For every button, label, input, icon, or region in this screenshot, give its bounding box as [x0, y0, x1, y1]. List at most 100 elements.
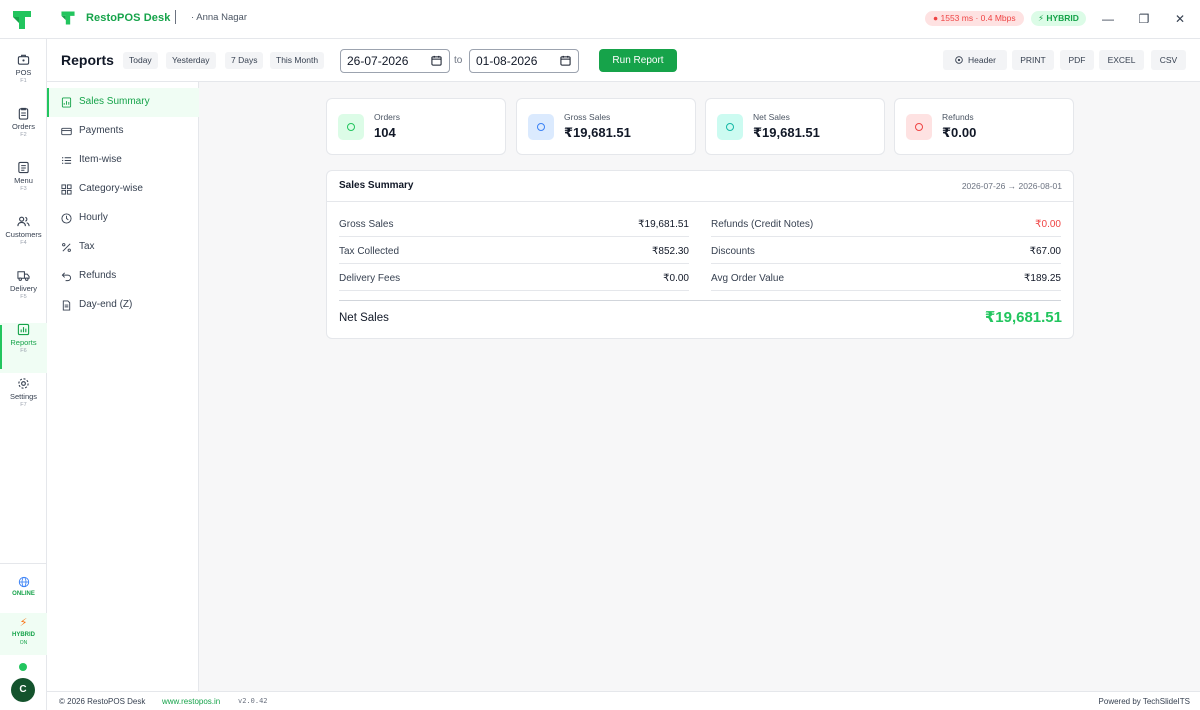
nav-shortcut: F7 — [20, 402, 27, 408]
report-nav-day-end[interactable]: Day-end (Z) — [47, 291, 199, 320]
stat-label: Gross Sales — [564, 112, 611, 122]
range-yesterday-button[interactable]: Yesterday — [166, 52, 216, 69]
nav-pos[interactable]: POS F1 — [0, 53, 47, 103]
card-icon — [61, 127, 72, 136]
calendar-icon[interactable] — [431, 55, 442, 66]
title-bar: RestoPOS Desk · Anna Nagar ● 1553 ms · 0… — [0, 0, 1200, 39]
range-7days-button[interactable]: 7 Days — [225, 52, 264, 69]
stat-card-net-sales: Net Sales ₹19,681.51 — [705, 98, 885, 155]
nav-label: Delivery — [9, 284, 38, 293]
pos-icon — [17, 54, 30, 65]
footer-version: v2.0.42 — [238, 697, 268, 705]
title-separator — [175, 10, 176, 24]
range-today-button[interactable]: Today — [123, 52, 158, 69]
avatar[interactable]: C — [11, 678, 35, 702]
clock-icon — [61, 213, 72, 224]
hybrid-label: HYBRID — [11, 632, 35, 638]
undo-icon — [61, 272, 72, 282]
network-status-badge: ● 1553 ms · 0.4 Mbps — [925, 11, 1024, 26]
report-nav-item-wise[interactable]: Item-wise — [47, 146, 199, 175]
lightning-icon: ⚡ — [19, 617, 28, 629]
range-this-month-button[interactable]: This Month — [270, 52, 325, 69]
connection-dot — [19, 663, 27, 671]
run-report-button[interactable]: Run Report — [599, 49, 677, 72]
summary-row-value: ₹852.30 — [652, 246, 689, 257]
stat-label: Orders — [374, 112, 400, 122]
rail-divider — [0, 563, 47, 564]
globe-icon — [18, 576, 29, 588]
report-type-nav: Sales Summary Payments Item-wise Categor… — [47, 82, 199, 691]
page-title: Reports — [61, 52, 114, 68]
summary-row-label: Delivery Fees — [339, 273, 401, 284]
report-nav-payments[interactable]: Payments — [47, 117, 199, 146]
delivery-icon — [17, 271, 30, 281]
refunds-stat-icon — [906, 114, 932, 140]
net-sales-stat-icon — [717, 114, 743, 140]
excel-button[interactable]: EXCEL — [1099, 50, 1144, 70]
nav-customers[interactable]: Customers F4 — [0, 215, 47, 265]
report-nav-label: Day-end (Z) — [79, 299, 133, 310]
header-toggle-button[interactable]: Header — [943, 50, 1007, 70]
restore-button[interactable]: ❐ — [1137, 12, 1151, 26]
branch-name: · Anna Nagar — [191, 12, 247, 23]
reports-icon — [17, 323, 30, 336]
stat-label: Refunds — [942, 112, 974, 122]
network-status-text: 1553 ms · 0.4 Mbps — [940, 13, 1016, 23]
summary-row: Delivery Fees ₹0.00 — [339, 264, 689, 291]
stat-value: ₹0.00 — [942, 125, 977, 140]
report-nav-tax[interactable]: Tax — [47, 233, 199, 262]
stat-value: 104 — [374, 125, 396, 140]
nav-delivery[interactable]: Delivery F5 — [0, 269, 47, 319]
summary-row-label: Gross Sales — [339, 219, 394, 230]
summary-row-value: ₹19,681.51 — [638, 219, 689, 230]
csv-button[interactable]: CSV — [1151, 50, 1186, 70]
report-nav-sales-summary[interactable]: Sales Summary — [47, 88, 199, 117]
summary-title: Sales Summary — [339, 180, 414, 191]
nav-menu[interactable]: Menu F3 — [0, 161, 47, 211]
summary-row: Discounts ₹67.00 — [711, 237, 1061, 264]
document-icon — [62, 300, 71, 311]
sales-summary-icon — [61, 97, 72, 108]
nav-shortcut: F4 — [20, 240, 27, 246]
close-button[interactable]: ✕ — [1173, 12, 1187, 26]
print-button[interactable]: PRINT — [1012, 50, 1054, 70]
percent-icon — [62, 243, 71, 252]
from-date-input[interactable]: 26-07-2026 — [340, 49, 450, 73]
report-nav-hourly[interactable]: Hourly — [47, 204, 199, 233]
to-label: to — [454, 55, 463, 66]
grid-icon — [61, 184, 72, 195]
nav-settings[interactable]: Settings F7 — [0, 377, 47, 427]
nav-orders[interactable]: Orders F2 — [0, 107, 47, 157]
pdf-button[interactable]: PDF — [1060, 50, 1094, 70]
hybrid-state: ON — [19, 640, 28, 646]
hybrid-toggle[interactable]: ⚡ HYBRID ON — [0, 613, 47, 655]
app-logo-icon — [13, 11, 31, 29]
online-status[interactable]: ONLINE — [0, 576, 47, 597]
to-date-input[interactable]: 01-08-2026 — [469, 49, 579, 73]
summary-row: Avg Order Value ₹189.25 — [711, 264, 1061, 291]
summary-row-label: Avg Order Value — [711, 273, 785, 284]
stat-card-refunds: Refunds ₹0.00 — [894, 98, 1074, 155]
hybrid-mode-badge: ⚡ HYBRID — [1031, 11, 1086, 26]
report-nav-category-wise[interactable]: Category-wise — [47, 175, 199, 204]
app-name: RestoPOS Desk — [86, 12, 171, 24]
summary-row-value: ₹67.00 — [1029, 246, 1061, 257]
calendar-icon[interactable] — [560, 55, 571, 66]
report-nav-label: Refunds — [79, 270, 117, 281]
brand-logo-icon — [61, 11, 75, 25]
to-date-value: 01-08-2026 — [476, 54, 538, 68]
list-icon — [62, 157, 72, 164]
summary-row-value: ₹189.25 — [1024, 273, 1061, 284]
report-nav-label: Sales Summary — [79, 96, 150, 107]
nav-label: Customers — [5, 230, 42, 239]
nav-reports[interactable]: Reports F6 — [0, 323, 47, 373]
minimize-button[interactable]: — — [1101, 12, 1115, 26]
nav-shortcut: F6 — [20, 348, 27, 354]
report-content: Orders 104 Gross Sales ₹19,681.51 Net Sa… — [199, 82, 1200, 691]
report-nav-refunds[interactable]: Refunds — [47, 262, 199, 291]
footer-website-link[interactable]: www.restopos.in — [162, 697, 220, 706]
summary-date-range: 2026-07-26 → 2026-08-01 — [961, 181, 1062, 191]
orders-stat-icon — [338, 114, 364, 140]
nav-shortcut: F1 — [20, 78, 27, 84]
nav-label: POS — [15, 68, 32, 77]
